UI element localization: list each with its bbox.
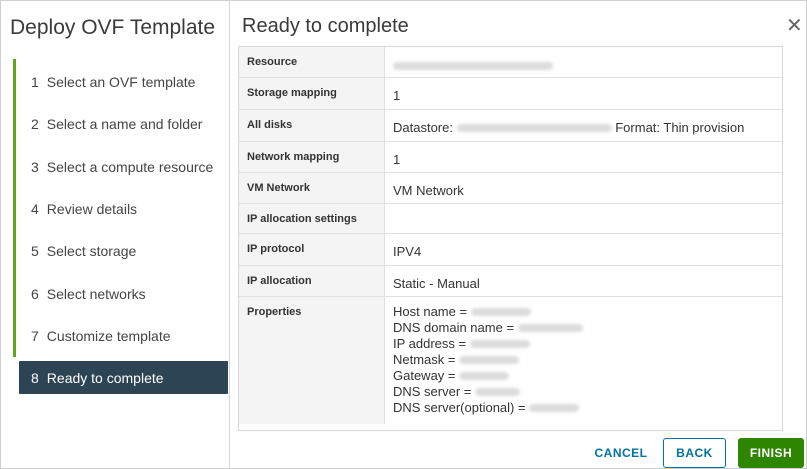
finish-button[interactable]: FINISH [738,438,804,468]
row-key: VM Network [239,172,385,204]
page-title: Ready to complete [242,15,409,37]
row-value: VM Network [384,172,782,204]
row-value: IPV4 [384,233,782,266]
row-key: IP protocol [239,233,385,266]
step-number: 5 [31,243,39,260]
wizard-step-2[interactable]: 2 Select a name and folder [19,103,228,145]
table-row: Properties Host name = DNS domain name =… [239,296,782,424]
property-line: Netmask = [393,352,782,368]
row-value: 1 [384,77,782,110]
table-row: IP allocation settings [239,203,782,234]
wizard-steps: 1 Select an OVF template 2 Select a name a… [19,61,228,395]
wizard-step-6[interactable]: 6 Select networks [19,272,228,314]
step-number: 7 [31,327,39,344]
row-value-resource [384,47,782,78]
property-line: DNS server(optional) = [393,400,782,416]
step-label: Select an OVF template [46,74,196,91]
row-value-properties: Host name = DNS domain name = IP address… [385,296,783,424]
table-row: Network mapping 1 [239,141,782,173]
step-number: 1 [31,74,39,91]
row-value: 1 [384,141,782,173]
wizard-step-3[interactable]: 3 Select a compute resource [19,146,228,188]
row-value: Static - Manual [384,265,782,297]
row-value-all-disks: Datastore: Format: Thin provision [384,109,782,142]
wizard-step-4[interactable]: 4 Review details [19,188,228,230]
wizard-title: Deploy OVF Template [10,16,216,39]
row-key: Properties [239,296,385,424]
step-label: Customize template [46,327,171,344]
format-label: Format: Thin provision [615,119,745,135]
step-number: 2 [31,116,39,133]
step-label: Select a compute resource [46,158,214,175]
summary-table: Resource Storage mapping 1 All disks Dat… [239,47,782,424]
redacted-value [469,340,530,349]
row-key: IP allocation [239,265,385,297]
close-icon[interactable]: ✕ [786,16,803,36]
step-label: Select storage [46,243,137,260]
step-number: 6 [31,285,39,302]
table-row: Storage mapping 1 [239,77,782,110]
redacted-value [459,356,520,365]
step-label: Ready to complete [46,369,164,386]
redacted-value [529,404,580,413]
redacted-value [475,388,521,397]
redacted-value [456,124,612,133]
table-row: All disks Datastore: Format: Thin provis… [239,109,782,142]
redacted-value [459,372,510,381]
step-label: Review details [46,201,138,218]
property-line: Gateway = [393,368,782,384]
step-label: Select networks [46,285,146,302]
row-key: IP allocation settings [239,203,385,234]
step-number: 3 [31,158,39,175]
row-key: Network mapping [239,141,385,173]
property-line: IP address = [393,336,782,352]
row-key: Storage mapping [239,77,385,110]
step-label: Select a name and folder [46,116,203,133]
step-number: 8 [31,369,39,386]
property-line: DNS domain name = [393,320,782,336]
wizard-step-7[interactable]: 7 Customize template [19,315,228,357]
wizard-sidebar: Deploy OVF Template 1 Select an OVF templ… [1,1,230,468]
redacted-value [517,324,583,333]
datastore-label: Datastore: [393,119,453,135]
deploy-ovf-dialog: Deploy OVF Template 1 Select an OVF templ… [0,0,807,469]
table-row: Resource [239,47,782,78]
row-key: Resource [239,47,385,78]
row-key: All disks [239,109,385,142]
property-line: Host name = [393,304,782,320]
wizard-step-1[interactable]: 1 Select an OVF template [19,61,228,103]
redacted-value [393,61,553,70]
wizard-step-5[interactable]: 5 Select storage [19,230,228,272]
wizard-step-8-active[interactable]: 8 Ready to complete [19,361,228,395]
wizard-progress-bar [13,59,16,357]
summary-table-container: Resource Storage mapping 1 All disks Dat… [238,46,783,431]
table-row: VM Network VM Network [239,172,782,204]
step-number: 4 [31,201,39,218]
table-row: IP protocol IPV4 [239,233,782,266]
row-value [384,203,782,234]
property-line: DNS server = [393,384,782,400]
cancel-button[interactable]: CANCEL [589,438,653,468]
redacted-value [470,308,531,317]
table-row: IP allocation Static - Manual [239,265,782,297]
back-button[interactable]: BACK [663,438,726,468]
